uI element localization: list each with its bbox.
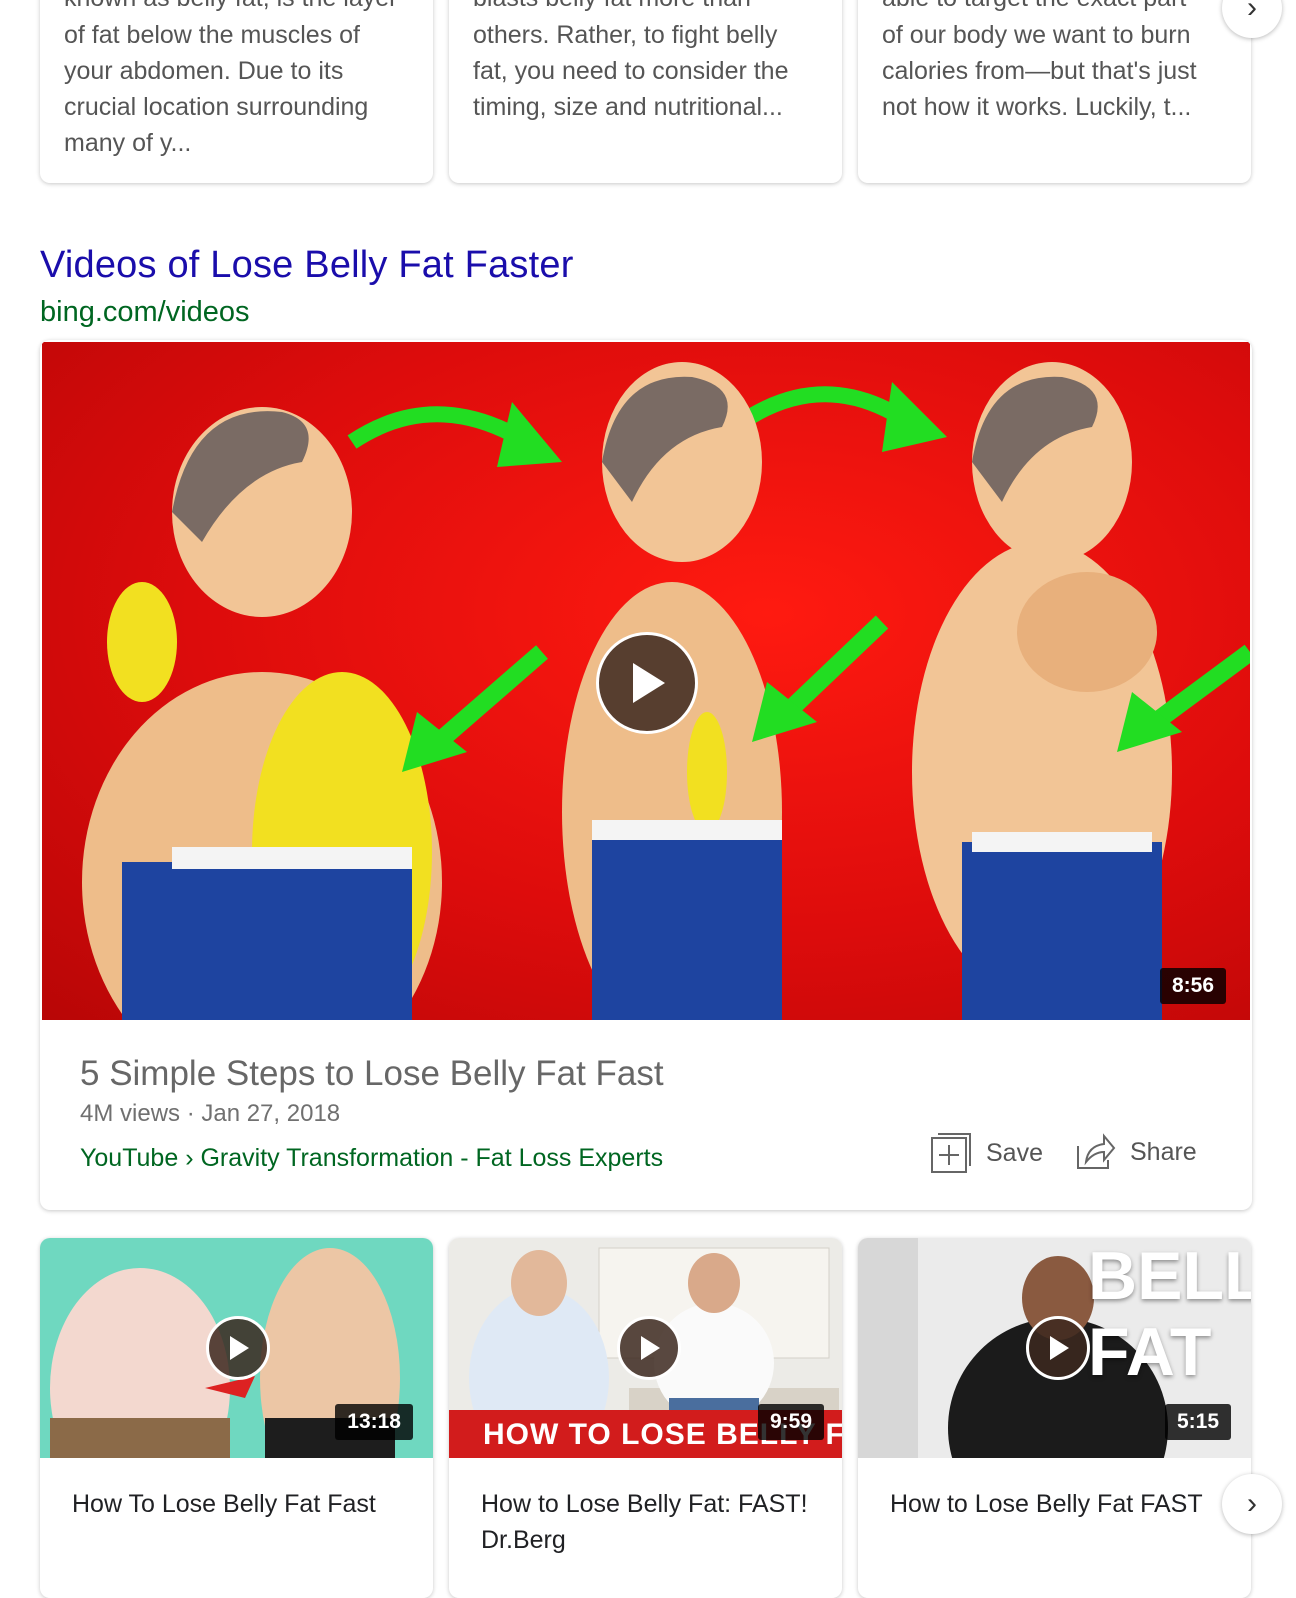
featured-video-card[interactable]: 8:56 5 Simple Steps to Lose Belly Fat Fa…: [40, 340, 1252, 1210]
save-label: Save: [986, 1138, 1043, 1167]
chevron-right-icon: ›: [1247, 0, 1257, 24]
video-card-1[interactable]: 13:18: [40, 1238, 433, 1598]
snippet-line: crucial location surrounding: [64, 93, 369, 121]
video-thumbnail[interactable]: 13:18: [40, 1238, 433, 1458]
featured-play-button[interactable]: [596, 632, 698, 734]
snippet-line: fat, you need to consider the: [473, 57, 789, 85]
play-icon: [641, 1336, 660, 1360]
snippet-line: known as belly fat, is the layer: [64, 0, 413, 16]
snippet-line: able to target the exact part: [882, 0, 1231, 16]
play-button[interactable]: [1026, 1316, 1090, 1380]
snippet-line: your abdomen. Due to its: [64, 57, 344, 85]
snippet-line: blasts belly fat more than: [473, 0, 822, 16]
carousel-next-button-bottom[interactable]: ›: [1222, 1474, 1282, 1534]
video-duration-badge: 8:56: [1160, 968, 1227, 1004]
play-icon: [1050, 1336, 1069, 1360]
share-label: Share: [1130, 1137, 1197, 1166]
video-card-3-title[interactable]: How to Lose Belly Fat FAST: [890, 1486, 1220, 1522]
video-card-1-title[interactable]: How To Lose Belly Fat Fast: [72, 1486, 412, 1522]
video-thumbnail[interactable]: HOW TO LOSE BELLY FAT 9:59: [449, 1238, 842, 1458]
play-button[interactable]: [206, 1316, 270, 1380]
video-duration-badge: 9:59: [757, 1404, 824, 1440]
videos-section-title[interactable]: Videos of Lose Belly Fat Faster: [40, 244, 574, 287]
article-card-3[interactable]: able to target the exact part of our bod…: [858, 0, 1251, 183]
featured-video-thumbnail[interactable]: 8:56: [42, 342, 1250, 1020]
video-duration-badge: 5:15: [1164, 1404, 1231, 1440]
video-card-2-title[interactable]: How to Lose Belly Fat: FAST! Dr.Berg: [481, 1486, 821, 1558]
videos-section-url[interactable]: bing.com/videos: [40, 296, 250, 329]
share-icon: [1077, 1133, 1116, 1169]
article-card-1[interactable]: known as belly fat, is the layer of fat …: [40, 0, 433, 183]
snippet-line: timing, size and nutritional...: [473, 93, 783, 121]
snippet-line: calories from—but that's just: [882, 57, 1197, 85]
play-icon: [230, 1336, 249, 1360]
add-collection-icon: [931, 1133, 971, 1173]
article-card-2[interactable]: blasts belly fat more than others. Rathe…: [449, 0, 842, 183]
snippet-line: of fat below the muscles of: [64, 21, 360, 49]
play-button[interactable]: [617, 1316, 681, 1380]
video-duration-badge: 13:18: [335, 1404, 413, 1440]
snippet-line: others. Rather, to fight belly: [473, 21, 778, 49]
featured-video-title[interactable]: 5 Simple Steps to Lose Belly Fat Fast: [80, 1054, 664, 1094]
play-icon: [633, 663, 665, 703]
featured-video-source[interactable]: YouTube › Gravity Transformation - Fat L…: [80, 1144, 663, 1173]
thumbnail-overlay-text: BELLY FAT: [1088, 1238, 1251, 1390]
video-card-3[interactable]: BELLY FAT 5:15: [858, 1238, 1251, 1598]
snippet-line: many of y...: [64, 129, 192, 157]
featured-video-meta: 4M views · Jan 27, 2018: [80, 1100, 341, 1127]
save-button[interactable]: Save: [930, 1132, 1043, 1174]
chevron-right-icon: ›: [1247, 1487, 1257, 1520]
share-button[interactable]: Share: [1074, 1132, 1197, 1172]
snippet-line: not how it works. Luckily, t...: [882, 93, 1192, 121]
video-thumbnail[interactable]: BELLY FAT 5:15: [858, 1238, 1251, 1458]
snippet-line: of our body we want to burn: [882, 21, 1191, 49]
